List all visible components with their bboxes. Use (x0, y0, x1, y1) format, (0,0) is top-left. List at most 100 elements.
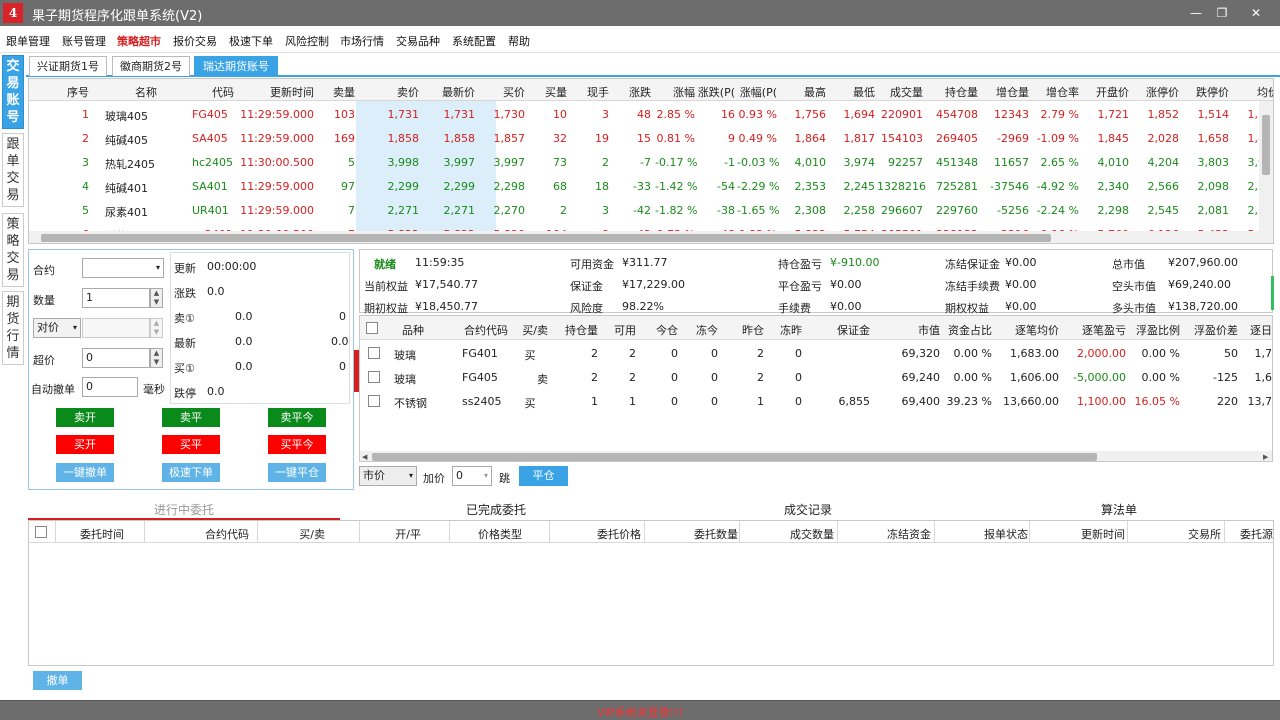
buy-close-button[interactable]: 买平 (162, 435, 220, 454)
sell-close-button[interactable]: 卖平 (162, 408, 220, 427)
market-header-cell[interactable]: 涨停价 (1133, 84, 1179, 100)
market-header-cell[interactable]: 均价 (1233, 84, 1273, 100)
minimize-icon[interactable]: — (1186, 4, 1206, 22)
side-tab-trade-account[interactable]: 交易账号 (2, 55, 24, 129)
table-row[interactable]: 4 纯碱401 SA401 11:29:59.000 97 2,299 2,299 2,298… (29, 174, 1273, 198)
sell-open-button[interactable]: 卖开 (56, 408, 114, 427)
market-header-cell[interactable]: 最高 (780, 84, 826, 100)
position-header-cell[interactable]: 浮盈价差 (1184, 322, 1238, 338)
market-header-cell[interactable]: 增仓量 (983, 84, 1029, 100)
position-header-cell[interactable]: 浮盈比例 (1130, 322, 1180, 338)
quantity-input[interactable]: 1 (82, 288, 150, 308)
table-row[interactable]: 不锈钢 ss2405 买 1 1 0 0 1 0 6,855 69,400 39.23 % 13,660… (360, 389, 1272, 413)
table-row[interactable]: 1 玻璃405 FG405 11:29:59.000 103 1,731 1,731 1,73… (29, 102, 1273, 126)
cancel-order-button[interactable]: 撤单 (33, 671, 82, 690)
position-header-cell[interactable]: 品种 (374, 322, 424, 338)
row-checkbox[interactable] (368, 347, 380, 359)
tab-working-orders[interactable]: 进行中委托 (28, 501, 340, 518)
market-header-cell[interactable]: 涨跌 (611, 84, 651, 100)
position-header-cell[interactable]: 逐日 (1242, 322, 1272, 338)
order-header-cell[interactable]: 价格类型 (462, 526, 522, 542)
position-header-cell[interactable]: 逐笔盈亏 (1066, 322, 1126, 338)
market-header-cell[interactable]: 代码 (174, 84, 234, 100)
maximize-icon[interactable]: ❐ (1212, 4, 1232, 22)
position-header-cell[interactable]: 持仓量 (552, 322, 598, 338)
position-header-cell[interactable]: 昨仓 (728, 322, 764, 338)
buy-open-button[interactable]: 买开 (56, 435, 114, 454)
scroll-left-icon[interactable]: ◀ (362, 453, 367, 461)
position-header-cell[interactable]: 合约代码 (444, 322, 508, 338)
market-header-cell[interactable]: 卖量 (315, 84, 355, 100)
market-header-cell[interactable]: 最新价 (425, 84, 475, 100)
quantity-stepper[interactable]: ▲ ▼ (150, 288, 163, 308)
cancel-all-button[interactable]: 一键撤单 (56, 463, 114, 482)
market-header-cell[interactable]: 买价 (479, 84, 525, 100)
position-header-cell[interactable]: 逐笔均价 (999, 322, 1059, 338)
auto-cancel-input[interactable]: 0 (82, 377, 138, 397)
price-stepper[interactable]: ▲ ▼ (150, 318, 163, 338)
order-header-cell[interactable]: 委托时间 (54, 526, 124, 542)
position-header-cell[interactable]: 保证金 (816, 322, 870, 338)
account-tab[interactable]: 兴证期货1号 (29, 56, 107, 76)
table-row[interactable]: 玻璃 FG405 卖 2 2 0 0 2 0 69,240 0.00 % 1,606.00 -5,000… (360, 365, 1272, 389)
close-icon[interactable]: ✕ (1246, 4, 1266, 22)
menu-strategy-market[interactable]: 策略超市 (117, 33, 161, 49)
market-header-cell[interactable]: 增仓率 (1033, 84, 1079, 100)
market-header-cell[interactable]: 买量 (527, 84, 567, 100)
scrollbar-thumb[interactable] (372, 453, 1097, 461)
horizontal-scrollbar[interactable]: ◀ ▶ (360, 451, 1272, 461)
menu-fast-order[interactable]: 极速下单 (229, 33, 273, 49)
side-tab-follow-trade[interactable]: 跟单交易 (2, 133, 24, 207)
order-header-cell[interactable]: 开/平 (361, 526, 421, 542)
order-header-cell[interactable]: 委托源 (1233, 526, 1273, 542)
market-header-cell[interactable]: 序号 (39, 84, 89, 100)
market-header-cell[interactable]: 最低 (829, 84, 875, 100)
menu-system-config[interactable]: 系统配置 (452, 33, 496, 49)
order-header-cell[interactable]: 交易所 (1151, 526, 1221, 542)
row-checkbox[interactable] (368, 395, 380, 407)
position-header-cell[interactable]: 可用 (602, 322, 636, 338)
market-header-cell[interactable]: 跌停价 (1183, 84, 1229, 100)
market-header-cell[interactable]: 更新时间 (234, 84, 314, 100)
price-input[interactable] (82, 318, 150, 338)
position-header-cell[interactable]: 今仓 (644, 322, 678, 338)
vertical-scrollbar[interactable] (1259, 101, 1273, 243)
position-header-cell[interactable]: 买/卖 (512, 322, 548, 338)
add-price-select[interactable]: 0 ▾ (452, 466, 492, 486)
order-header-cell[interactable]: 冻结资金 (861, 526, 931, 542)
over-price-stepper[interactable]: ▲ ▼ (150, 348, 163, 368)
price-type-select[interactable]: 对价 ▾ (33, 318, 81, 338)
position-header-cell[interactable]: 资金占比 (942, 322, 992, 338)
market-header-cell[interactable]: 开盘价 (1083, 84, 1129, 100)
market-header-cell[interactable]: 成交量 (877, 84, 923, 100)
position-header-cell[interactable]: 冻昨 (768, 322, 802, 338)
menu-help[interactable]: 帮助 (508, 33, 530, 49)
menu-risk-control[interactable]: 风险控制 (285, 33, 329, 49)
sell-close-today-button[interactable]: 卖平今 (268, 408, 326, 427)
table-row[interactable]: 玻璃 FG401 买 2 2 0 0 2 0 69,320 0.00 % 1,683.00 2,000.… (360, 341, 1272, 365)
side-tab-futures-quotes[interactable]: 期货行情 (2, 291, 24, 365)
close-position-button[interactable]: 平仓 (519, 466, 568, 486)
menu-follow-manage[interactable]: 跟单管理 (6, 33, 50, 49)
horizontal-scrollbar[interactable] (29, 231, 1261, 243)
position-header-cell[interactable]: 冻今 (684, 322, 718, 338)
position-header-cell[interactable]: 市值 (886, 322, 940, 338)
order-header-cell[interactable]: 委托价格 (561, 526, 641, 542)
select-all-checkbox[interactable] (35, 526, 47, 538)
fast-order-button[interactable]: 极速下单 (162, 463, 220, 482)
account-tab-active[interactable]: 瑞达期货账号 (194, 56, 278, 76)
market-header-cell[interactable]: 涨幅 (655, 84, 695, 100)
scroll-right-icon[interactable]: ▶ (1263, 453, 1268, 461)
order-header-cell[interactable]: 买/卖 (265, 526, 325, 542)
row-checkbox[interactable] (368, 371, 380, 383)
account-tab[interactable]: 徽商期货2号 (112, 56, 190, 76)
order-header-cell[interactable]: 成交数量 (764, 526, 834, 542)
menu-market[interactable]: 市场行情 (340, 33, 384, 49)
order-header-cell[interactable]: 委托数量 (668, 526, 738, 542)
close-price-type-select[interactable]: 市价 ▾ (359, 466, 417, 486)
order-header-cell[interactable]: 合约代码 (149, 526, 249, 542)
tab-completed-orders[interactable]: 已完成委托 (340, 501, 652, 518)
table-row[interactable]: 5 尿素401 UR401 11:29:59.000 7 2,271 2,271 2,270 2… (29, 198, 1273, 222)
market-header-cell[interactable]: 现手 (569, 84, 609, 100)
market-header-cell[interactable]: 卖价 (365, 84, 419, 100)
